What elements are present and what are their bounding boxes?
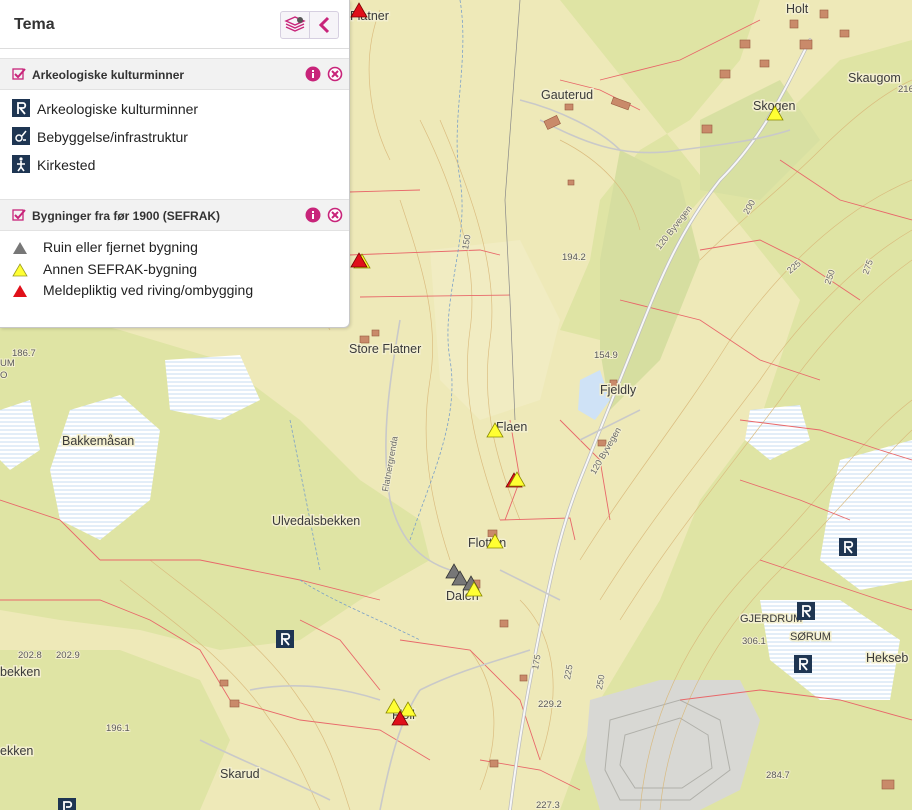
height-label: 154.9 [594, 350, 618, 361]
checkbox-checked-icon[interactable] [12, 208, 26, 222]
archaeology-marker[interactable] [797, 602, 815, 620]
info-icon[interactable] [305, 207, 321, 223]
layer-item[interactable]: Bebyggelse/infrastruktur [0, 123, 349, 151]
panel-tools [280, 11, 339, 39]
layer-label: Kirkested [37, 157, 96, 173]
settlement-icon [12, 127, 30, 145]
height-label: 202.8 [18, 650, 42, 661]
theme-panel: Tema Arkeologiske kulturminner Arkeologi… [0, 0, 350, 328]
archaeology-marker[interactable] [276, 630, 294, 648]
height-label: 216 [898, 84, 912, 95]
group-header-archaeology[interactable]: Arkeologiske kulturminner [0, 58, 349, 90]
place-name: Ulvedalsbekken [272, 514, 360, 528]
place-name: Fjeldly [600, 383, 637, 397]
layers-button[interactable] [280, 11, 310, 39]
collapse-panel-button[interactable] [310, 11, 339, 39]
height-label: 196.1 [106, 723, 130, 734]
height-label: 229.2 [538, 699, 562, 710]
legend-item: Annen SEFRAK-bygning [0, 259, 349, 281]
layers-icon [284, 16, 306, 32]
height-label: 202.9 [56, 650, 80, 661]
checkbox-checked-icon[interactable] [12, 67, 26, 81]
legend-label: Meldepliktig ved riving/ombygging [43, 282, 254, 298]
clipped-label: O [0, 370, 7, 381]
place-name: Bakkemåsan [62, 434, 134, 448]
archaeology-flag-icon [12, 99, 30, 117]
clipped-label: UM [0, 358, 15, 369]
place-name: bekken [0, 665, 40, 679]
place-name: Store Flatner [349, 342, 421, 356]
panel-title: Tema [14, 16, 55, 33]
place-name: Flaen [496, 420, 527, 434]
height-label: 186.7 [12, 348, 36, 359]
legend-label: Ruin eller fjernet bygning [43, 239, 198, 255]
remove-icon[interactable] [327, 66, 343, 82]
height-label: 284.7 [766, 770, 790, 781]
height-label: 194.2 [562, 252, 586, 263]
place-name: SØRUM [790, 631, 831, 643]
legend-item: Meldepliktig ved riving/ombygging [0, 280, 349, 302]
red-triangle-icon [13, 285, 27, 297]
remove-icon[interactable] [327, 207, 343, 223]
legend-label: Annen SEFRAK-bygning [43, 260, 198, 277]
layer-label: Arkeologiske kulturminner [37, 101, 199, 117]
place-name: Skarud [220, 767, 260, 781]
place-name: Skaugom [848, 71, 901, 85]
archaeology-marker[interactable] [58, 798, 76, 810]
grey-triangle-icon [13, 242, 27, 254]
layer-item[interactable]: Kirkested [0, 151, 349, 179]
chevron-left-icon [318, 16, 330, 34]
yellow-triangle-icon [12, 262, 28, 276]
group-title: Arkeologiske kulturminner [32, 68, 185, 82]
layer-label: Bebyggelse/infrastruktur [37, 129, 188, 145]
group-title: Bygninger fra før 1900 (SEFRAK) [32, 209, 221, 223]
archaeology-marker[interactable] [794, 655, 812, 673]
place-name: Hekseb [866, 651, 908, 665]
layer-item[interactable]: Arkeologiske kulturminner [0, 95, 349, 123]
legend-item: Ruin eller fjernet bygning [0, 237, 349, 259]
info-icon[interactable] [305, 66, 321, 82]
place-name: Gauterud [541, 88, 593, 102]
place-name: ekken [0, 744, 33, 758]
height-label: 306.1 [742, 636, 766, 647]
archaeology-marker[interactable] [839, 538, 857, 556]
church-site-icon [12, 155, 30, 173]
group-header-sefrak[interactable]: Bygninger fra før 1900 (SEFRAK) [0, 199, 349, 231]
place-name: Holt [786, 2, 809, 16]
place-name: GJERDRUM [740, 613, 802, 625]
panel-header: Tema [0, 0, 349, 49]
height-label: 227.3 [536, 800, 560, 810]
